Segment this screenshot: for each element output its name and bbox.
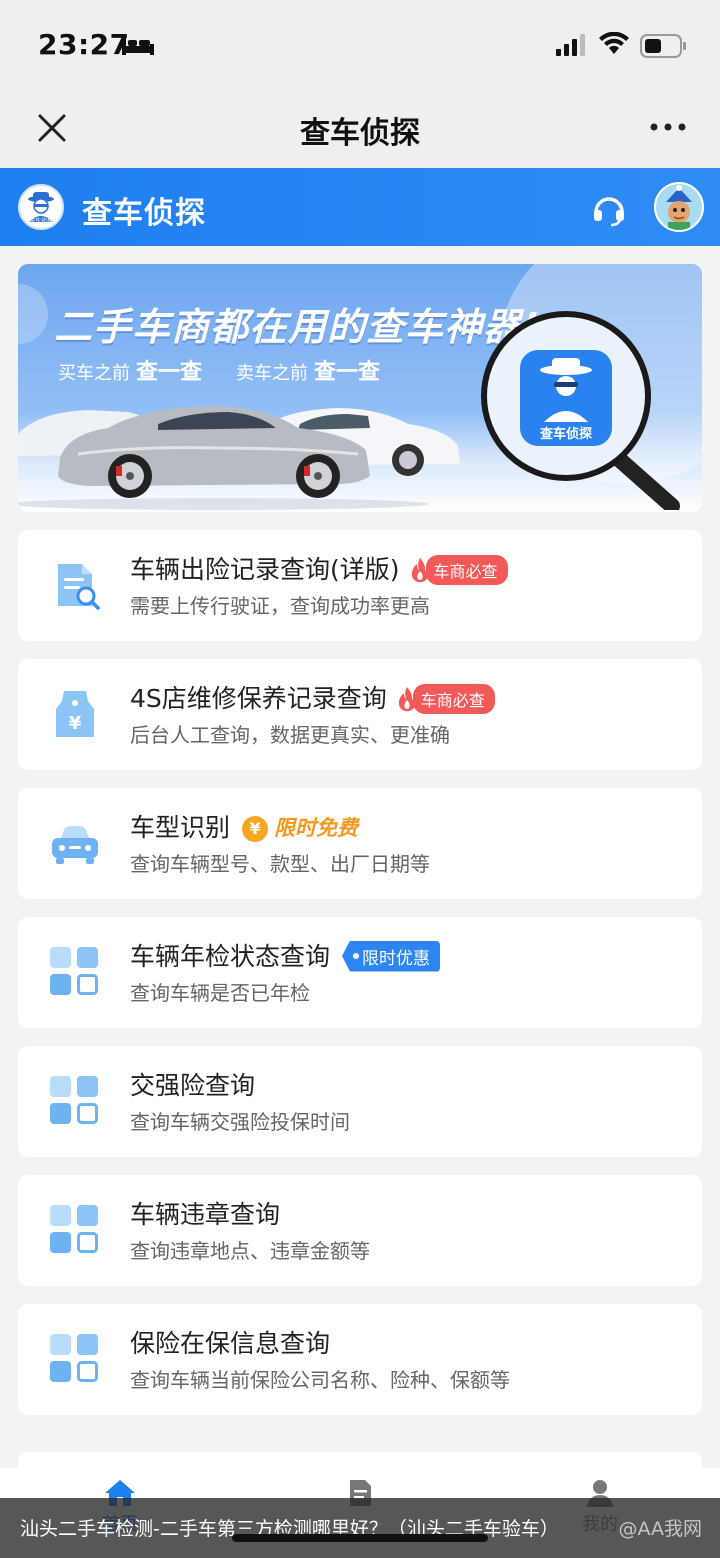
nav-bar: 查车侦探 <box>0 90 720 168</box>
avatar[interactable] <box>654 182 704 232</box>
service-desc: 查询车辆交强险投保时间 <box>130 1110 350 1134</box>
service-card[interactable]: 车辆违章查询 查询违章地点、违章金额等 <box>18 1175 702 1286</box>
grid-icon <box>50 1205 98 1253</box>
service-desc: 后台人工查询，数据更真实、更准确 <box>130 723 450 747</box>
caption-overlay: 汕头二手车检测-二手车第三方检测哪里好？（汕头二手车验车） @AA我网 <box>0 1498 720 1558</box>
banner-subtitle-sell: 卖车之前 查一查 <box>236 354 380 386</box>
app-title: 查车侦探 <box>82 196 206 231</box>
status-time: 23:27 <box>38 28 130 61</box>
service-desc: 查询车辆是否已年检 <box>130 981 310 1005</box>
free-badge: ¥ 限时免费 <box>242 812 358 842</box>
svg-text:查车侦探: 查车侦探 <box>29 217 53 225</box>
banner-subtitle-buy: 买车之前 查一查 <box>58 354 202 386</box>
grid-icon <box>50 947 98 995</box>
status-bar: 23:27 <box>0 0 720 90</box>
service-desc: 查询违章地点、违章金额等 <box>130 1239 370 1263</box>
service-title-text: 车辆出险记录查询(详版) <box>130 555 400 584</box>
cellular-signal-icon <box>556 34 585 56</box>
hot-badge-label: 车商必查 <box>412 683 495 714</box>
service-title-text: 4S店维修保养记录查询 <box>130 684 387 713</box>
battery-icon <box>640 34 686 58</box>
promo-banner[interactable]: 二手车商都在用的查车神器! 买车之前 查一查 卖车之前 查一查 查车侦探 <box>18 264 702 512</box>
banner-sub-bold: 查一查 <box>136 360 203 385</box>
wifi-icon <box>599 32 629 54</box>
page-title: 查车侦探 <box>300 116 420 151</box>
watermark: @AA我网 <box>618 1518 702 1540</box>
car-icon <box>52 826 98 864</box>
service-title: 保险在保信息查询 <box>130 1329 331 1358</box>
hot-badge: 车商必查 <box>410 554 508 585</box>
banner-decoration <box>18 284 48 344</box>
service-title: 车辆年检状态查询 限时优惠 <box>130 937 441 974</box>
service-card[interactable]: 保险在保信息查询 查询车辆当前保险公司名称、险种、保额等 <box>18 1304 702 1415</box>
hot-badge: 车商必查 <box>397 683 495 714</box>
app-header: 查车侦探 查车侦探 <box>0 168 720 246</box>
service-desc: 查询车辆当前保险公司名称、险种、保额等 <box>130 1368 510 1392</box>
banner-title: 二手车商都在用的查车神器! <box>54 305 541 349</box>
service-card[interactable]: 车型识别 ¥ 限时免费 查询车辆型号、款型、出厂日期等 <box>18 788 702 899</box>
svg-text:¥: ¥ <box>69 713 82 734</box>
service-title-text: 车型识别 <box>130 813 231 842</box>
service-card[interactable]: 交强险查询 查询车辆交强险投保时间 <box>18 1046 702 1157</box>
service-card[interactable]: ¥ 4S店维修保养记录查询 车商必查 后台人工查询，数据更真实、更准确 <box>18 659 702 770</box>
service-title: 交强险查询 <box>130 1071 256 1100</box>
avatar-icon <box>656 184 702 230</box>
service-title: 车辆违章查询 <box>130 1200 281 1229</box>
promo-badge: 限时优惠 <box>342 940 441 972</box>
banner-sub-prefix: 卖车之前 <box>236 363 308 384</box>
service-desc: 需要上传行驶证，查询成功率更高 <box>130 594 430 618</box>
banner-sub-prefix: 买车之前 <box>58 363 130 384</box>
banner-sub-bold: 查一查 <box>314 360 381 385</box>
coin-icon: ¥ <box>242 816 269 842</box>
grid-icon <box>50 1334 98 1382</box>
service-card[interactable]: 车辆出险记录查询(详版) 车商必查 需要上传行驶证，查询成功率更高 <box>18 530 702 641</box>
svg-text:查车侦探: 查车侦探 <box>539 426 592 442</box>
document-search-icon <box>58 564 100 610</box>
service-title: 车型识别 ¥ 限时免费 <box>130 808 358 844</box>
service-desc: 查询车辆型号、款型、出厂日期等 <box>130 852 430 876</box>
service-title: 车辆出险记录查询(详版) 车商必查 <box>130 550 508 587</box>
service-title: 4S店维修保养记录查询 车商必查 <box>130 679 495 716</box>
app-logo: 查车侦探 <box>18 184 64 230</box>
grid-icon <box>50 1076 98 1124</box>
cars-illustration <box>18 406 460 510</box>
headset-icon[interactable] <box>590 190 628 228</box>
service-title-text: 车辆年检状态查询 <box>130 942 331 971</box>
price-tag-icon: ¥ <box>56 691 94 737</box>
free-badge-label: 限时免费 <box>274 816 359 840</box>
home-indicator[interactable] <box>232 1534 488 1542</box>
detective-icon: 查车侦探 <box>28 192 54 225</box>
sleep-mode-icon <box>122 38 154 55</box>
service-card[interactable]: 车辆年检状态查询 限时优惠 查询车辆是否已年检 <box>18 917 702 1028</box>
magnifier-logo-illustration: 查车侦探 <box>481 311 680 510</box>
hot-badge-label: 车商必查 <box>425 554 508 585</box>
more-icon[interactable] <box>648 120 688 134</box>
